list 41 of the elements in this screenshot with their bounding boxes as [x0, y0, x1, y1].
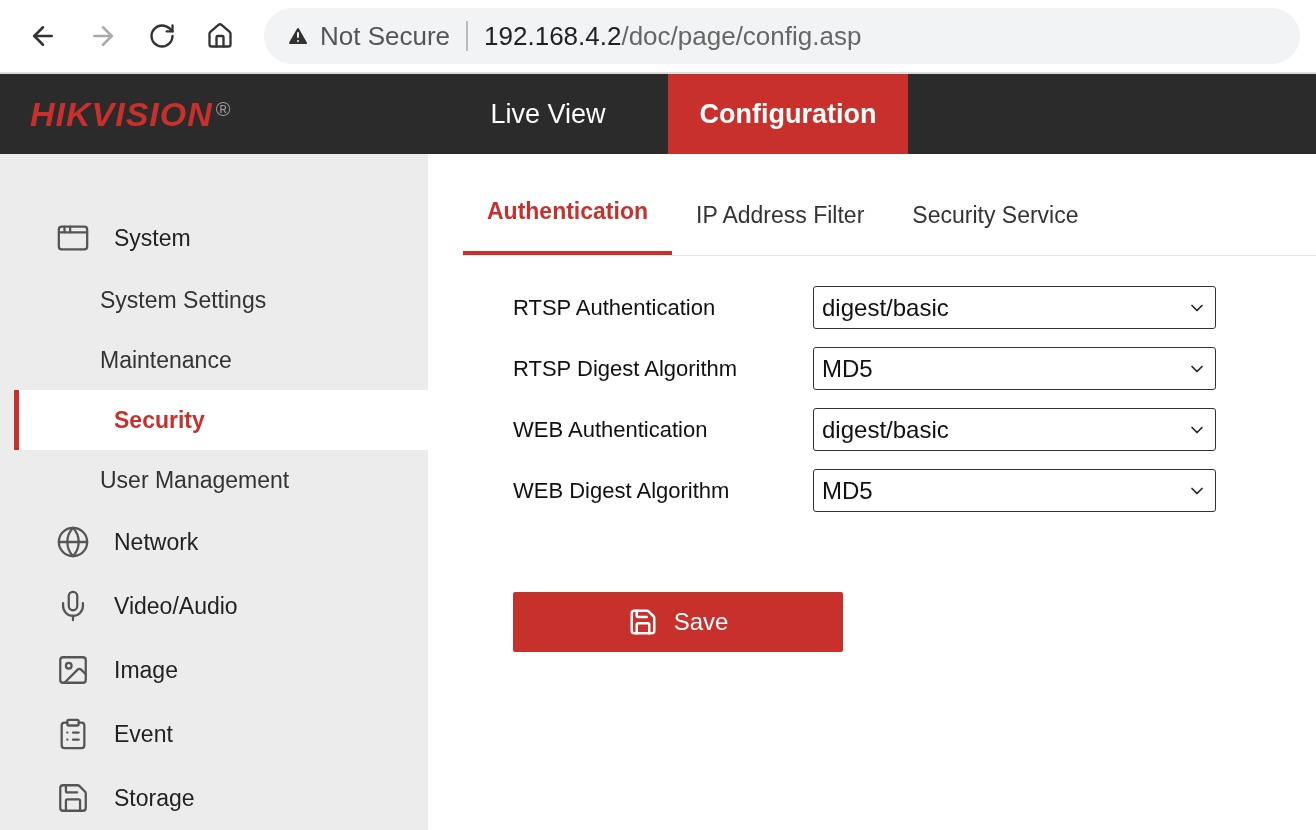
sidebar-item[interactable]: Event [0, 702, 428, 766]
sidebar-item[interactable]: Image [0, 638, 428, 702]
logo: HIKVISION [30, 94, 213, 134]
sidebar-item-label: Event [114, 720, 173, 748]
field-label: WEB Digest Algorithm [513, 477, 731, 504]
sidebar-subitem[interactable]: Security [14, 390, 428, 450]
tab[interactable]: Authentication [463, 192, 672, 255]
field-label: RTSP Authentication [513, 294, 717, 321]
menu-icon [56, 653, 90, 687]
field-label: WEB Authentication [513, 416, 709, 443]
url-path: /doc/page/config.asp [621, 20, 862, 51]
sidebar-item-label: Storage [114, 784, 195, 812]
menu-icon [56, 781, 90, 815]
sidebar-subitem[interactable]: System Settings [0, 270, 428, 330]
url-host: 192.168.4.2 [484, 20, 622, 51]
tab[interactable]: IP Address Filter [672, 192, 889, 255]
sidebar-item[interactable]: Network [0, 510, 428, 574]
sidebar-item-label: Image [114, 656, 178, 684]
tab[interactable]: Security Service [888, 192, 1103, 255]
registered-mark: ® [215, 98, 231, 121]
select-field[interactable]: digest/basic [813, 286, 1216, 329]
select-field[interactable]: MD5 [813, 469, 1216, 512]
address-bar[interactable]: Not Secure 192.168.4.2/doc/page/config.asp [264, 8, 1300, 64]
sidebar-subitem[interactable]: User Management [0, 450, 428, 510]
sidebar-item-label: System [114, 224, 191, 252]
select-field[interactable]: MD5 [813, 347, 1216, 390]
field-label: RTSP Digest Algorithm [513, 355, 739, 382]
sidebar-item-label: Network [114, 528, 199, 556]
home-button[interactable] [206, 22, 234, 50]
select-field[interactable]: digest/basic [813, 408, 1216, 451]
security-label: Not Secure [320, 20, 451, 52]
reload-button[interactable] [148, 22, 176, 50]
save-button[interactable]: Save [513, 592, 843, 652]
menu-icon [56, 525, 90, 559]
sidebar-item-label: Video/Audio [114, 592, 238, 620]
sidebar-subitem[interactable]: Maintenance [0, 330, 428, 390]
nav-tab[interactable]: Live View [428, 74, 668, 154]
sidebar-item[interactable]: System [0, 206, 428, 270]
sidebar-item[interactable]: Video/Audio [0, 574, 428, 638]
nav-tab[interactable]: Configuration [668, 74, 908, 154]
sidebar-item[interactable]: Storage [0, 766, 428, 830]
